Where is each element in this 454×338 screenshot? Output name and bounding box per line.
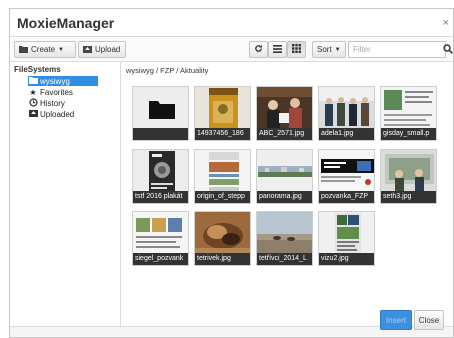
sidebar-item-label: Favorites — [40, 87, 73, 97]
file-item[interactable]: origin_of_stepp — [194, 149, 251, 204]
insert-button[interactable]: Insert — [380, 310, 412, 330]
file-item-label: vizu2.jpg — [319, 253, 374, 265]
toolbar: Create ▼ Upload Sort ▼ — [10, 38, 453, 62]
file-item-label: 14937456_186 — [195, 128, 250, 140]
sidebar-item-label: History — [40, 98, 65, 108]
file-item[interactable]: vizu2.jpg — [318, 211, 375, 266]
file-item-label: ABC_2571.jpg — [257, 128, 312, 140]
folder-icon — [28, 76, 38, 86]
file-item[interactable]: tetřívci_2014_L — [256, 211, 313, 266]
refresh-icon — [254, 44, 263, 55]
sidebar-item-label: wysiwyg — [40, 76, 70, 86]
file-item[interactable]: seth3.jpg — [380, 149, 437, 204]
upload-button[interactable]: Upload — [78, 41, 126, 58]
file-thumbnail — [319, 150, 374, 193]
file-item-label: gisday_small.p — [381, 128, 436, 140]
sidebar-item-history[interactable]: History — [28, 97, 65, 109]
file-item-label: adela1.jpg — [319, 128, 374, 140]
upload-icon — [83, 45, 92, 55]
refresh-button[interactable] — [249, 41, 268, 58]
dialog-title: MoxieManager — [17, 15, 115, 31]
sort-button-label: Sort — [317, 45, 332, 54]
file-item[interactable]: tetrivek.jpg — [194, 211, 251, 266]
close-icon[interactable]: × — [443, 17, 449, 29]
upload-icon — [28, 109, 38, 119]
title-bar: MoxieManager × — [10, 9, 453, 37]
chevron-down-icon: ▼ — [58, 46, 64, 53]
thumbnail-view-icon — [292, 44, 301, 55]
file-item[interactable]: panorama.jpg — [256, 149, 313, 204]
sidebar-item-wysiwyg[interactable]: wysiwyg — [28, 76, 98, 86]
file-thumbnail — [381, 150, 436, 193]
file-thumbnail — [195, 212, 250, 255]
close-button[interactable]: Close — [414, 310, 444, 330]
file-thumbnail — [319, 212, 374, 255]
file-item-label — [133, 128, 188, 140]
upload-button-label: Upload — [95, 45, 121, 54]
sidebar-item-label: Uploaded — [40, 109, 75, 119]
file-item-label: tetřívci_2014_L — [257, 253, 312, 265]
sidebar-item-uploaded[interactable]: Uploaded — [28, 109, 74, 119]
file-browser: wysiwyg / FZP / Aktuality 14937456_186 A… — [121, 62, 453, 326]
file-thumbnail — [381, 87, 436, 130]
file-item-label: pozvanka_FZP — [319, 191, 374, 203]
file-thumbnail — [195, 87, 250, 130]
file-thumbnail — [257, 87, 312, 130]
file-item[interactable]: ABC_2571.jpg — [256, 86, 313, 141]
filesystems-sidebar: FileSystems wysiwyg ★ Favorites History … — [10, 62, 121, 326]
file-item[interactable]: siegel_pozvank — [132, 211, 189, 266]
file-item[interactable]: adela1.jpg — [318, 86, 375, 141]
star-icon: ★ — [29, 87, 37, 97]
file-item[interactable]: tstf 2016 plakát — [132, 149, 189, 204]
chevron-down-icon: ▼ — [334, 46, 341, 53]
create-button-label: Create — [31, 45, 56, 54]
file-item-label: seth3.jpg — [381, 191, 436, 203]
file-item-folder[interactable] — [132, 86, 189, 141]
sort-button[interactable]: Sort ▼ — [312, 41, 346, 58]
file-item[interactable]: gisday_small.p — [380, 86, 437, 141]
file-item-label: siegel_pozvank — [133, 253, 188, 265]
create-button[interactable]: Create ▼ — [14, 41, 76, 58]
file-thumbnail — [133, 150, 188, 193]
file-thumbnail — [257, 212, 312, 255]
history-icon — [28, 97, 38, 109]
sidebar-item-favorites[interactable]: ★ Favorites — [28, 87, 73, 97]
search-button[interactable] — [441, 41, 453, 58]
file-item-label: panorama.jpg — [257, 191, 312, 203]
file-item-label: origin_of_stepp — [195, 191, 250, 203]
folder-icon — [133, 87, 188, 130]
thumbnail-view-button[interactable] — [287, 41, 306, 58]
file-grid: 14937456_186 ABC_2571.jpg adela1.jpg gis… — [121, 62, 453, 326]
file-thumbnail — [133, 212, 188, 255]
file-item-label: tstf 2016 plakát — [133, 191, 188, 203]
file-item-label: tetrivek.jpg — [195, 253, 250, 265]
file-thumbnail — [319, 87, 374, 130]
file-item[interactable]: pozvanka_FZP — [318, 149, 375, 204]
filter-input[interactable] — [348, 41, 446, 58]
folder-icon — [19, 45, 28, 55]
file-thumbnail — [195, 150, 250, 193]
list-view-button[interactable] — [268, 41, 287, 58]
sidebar-heading: FileSystems — [14, 65, 61, 74]
list-view-icon — [273, 44, 282, 55]
file-thumbnail — [257, 150, 312, 193]
moxiemanager-dialog: MoxieManager × Create ▼ Upload Sort ▼ Fi… — [9, 8, 454, 338]
file-item[interactable]: 14937456_186 — [194, 86, 251, 141]
search-icon — [443, 43, 453, 56]
